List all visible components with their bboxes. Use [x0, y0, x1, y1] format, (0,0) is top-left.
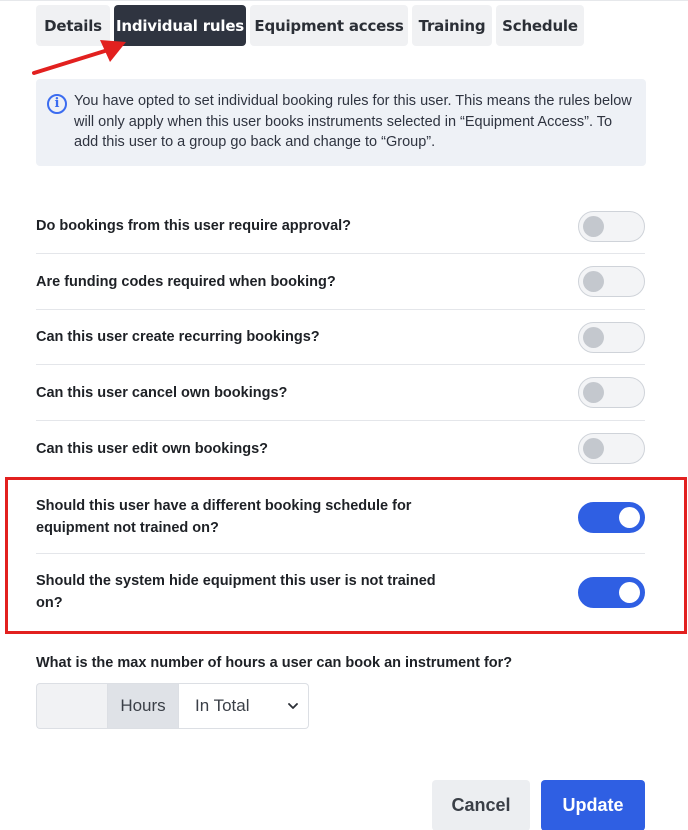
rule-row-cancel-own: Can this user cancel own bookings? — [36, 365, 645, 421]
info-icon: i — [47, 94, 67, 114]
max-hours-input-group: Hours In Total — [36, 683, 309, 729]
recurring-toggle[interactable] — [578, 321, 645, 353]
tab-training[interactable]: Training — [412, 5, 492, 46]
toggle-knob — [583, 215, 604, 237]
max-hours-label: What is the max number of hours a user c… — [36, 655, 513, 671]
annotation-arrow — [32, 40, 126, 75]
cancel-button[interactable]: Cancel — [432, 780, 530, 830]
rule-row-recurring: Can this user create recurring bookings? — [36, 310, 645, 365]
toggle-knob — [583, 271, 604, 292]
rule-label: Can this user cancel own bookings? — [36, 384, 288, 401]
funding-codes-toggle[interactable] — [578, 266, 645, 297]
toggle-knob — [583, 382, 604, 403]
hours-unit-addon: Hours — [107, 683, 179, 729]
hours-period-value: In Total — [195, 696, 250, 715]
chevron-down-icon — [288, 703, 298, 709]
toggle-knob — [583, 326, 604, 348]
approval-toggle[interactable] — [578, 210, 645, 242]
toggle-knob — [583, 438, 604, 459]
annotation-highlight-box — [5, 477, 687, 634]
tab-schedule[interactable]: Schedule — [496, 5, 584, 46]
update-button[interactable]: Update — [541, 780, 645, 830]
rule-label: Are funding codes required when booking? — [36, 273, 336, 290]
top-divider — [0, 0, 688, 1]
rule-label: Can this user edit own bookings? — [36, 440, 269, 457]
tab-equipment-access[interactable]: Equipment access — [250, 5, 408, 46]
cancel-own-toggle[interactable] — [578, 377, 645, 408]
edit-own-toggle[interactable] — [578, 433, 645, 464]
rule-row-edit-own: Can this user edit own bookings? — [36, 421, 645, 476]
max-hours-input[interactable] — [36, 683, 107, 729]
rule-row-approval: Do bookings from this user require appro… — [36, 199, 645, 254]
hours-period-select[interactable]: In Total — [179, 683, 309, 729]
rule-label: Can this user create recurring bookings? — [36, 329, 320, 345]
info-text: You have opted to set individual booking… — [74, 93, 632, 150]
rule-label: Do bookings from this user require appro… — [36, 218, 352, 234]
rule-row-funding-codes: Are funding codes required when booking? — [36, 254, 645, 310]
info-box: i You have opted to set individual booki… — [36, 79, 646, 166]
